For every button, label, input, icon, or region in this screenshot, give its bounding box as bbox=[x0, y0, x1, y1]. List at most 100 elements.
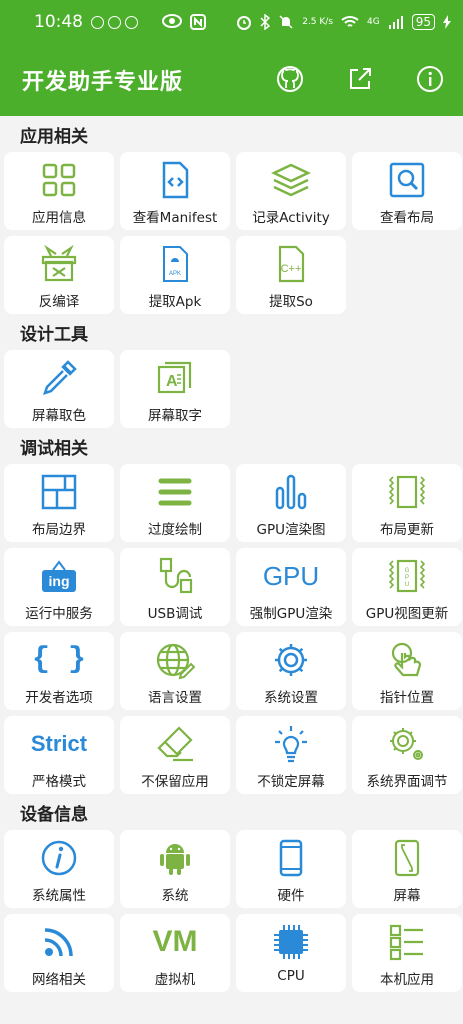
layers-icon bbox=[271, 160, 311, 200]
app-bar: 开发助手专业版 bbox=[0, 44, 463, 116]
tool-tile[interactable]: 应用信息 bbox=[4, 152, 114, 230]
tool-tile[interactable]: USB调试 bbox=[120, 548, 230, 626]
bluetooth-icon bbox=[260, 14, 271, 30]
eraser-icon bbox=[155, 724, 195, 764]
github-icon[interactable] bbox=[275, 64, 305, 94]
tool-tile[interactable]: ing 运行中服务 bbox=[4, 548, 114, 626]
notification-icon bbox=[108, 15, 121, 29]
net-speed: 2.5 K/s bbox=[302, 16, 334, 27]
gpu-update-icon: GPU bbox=[387, 556, 427, 596]
tool-tile[interactable]: 硬件 bbox=[236, 830, 346, 908]
tool-label: 系统属性 bbox=[32, 888, 86, 904]
svg-text:C++: C++ bbox=[281, 263, 302, 275]
tool-tile[interactable]: VM 虚拟机 bbox=[120, 914, 230, 992]
svg-text:G: G bbox=[405, 568, 410, 574]
grid-icon bbox=[39, 160, 79, 200]
tool-label: 系统设置 bbox=[264, 690, 318, 706]
bar-chart-icon bbox=[271, 472, 311, 512]
eye-icon bbox=[162, 14, 182, 28]
tool-label: 网络相关 bbox=[32, 972, 86, 988]
tool-tile[interactable]: 屏幕 bbox=[352, 830, 462, 908]
tool-tile[interactable]: GPU 强制GPU渲染 bbox=[236, 548, 346, 626]
share-icon[interactable] bbox=[345, 64, 375, 94]
tool-tile[interactable]: C++ 提取So bbox=[236, 236, 346, 314]
tool-tile[interactable]: 过度绘制 bbox=[120, 464, 230, 542]
section-title: 设备信息 bbox=[20, 804, 88, 825]
notification-icon bbox=[125, 15, 138, 29]
tool-tile[interactable]: 不保留应用 bbox=[120, 716, 230, 794]
tool-tile[interactable]: 查看Manifest bbox=[120, 152, 230, 230]
eye-nfc-icons bbox=[162, 14, 206, 30]
tool-tile[interactable]: 系统 bbox=[120, 830, 230, 908]
tool-label: 严格模式 bbox=[32, 774, 86, 790]
tool-tile[interactable]: 系统设置 bbox=[236, 632, 346, 710]
tool-tile[interactable]: 网络相关 bbox=[4, 914, 114, 992]
tool-tile[interactable]: GPU渲染图 bbox=[236, 464, 346, 542]
tool-tile[interactable]: 屏幕取色 bbox=[4, 350, 114, 428]
svg-text:APK: APK bbox=[169, 271, 181, 277]
tool-label: 开发者选项 bbox=[25, 690, 93, 706]
tool-tile[interactable]: { } 开发者选项 bbox=[4, 632, 114, 710]
tool-grid: 布局边界 过度绘制 GPU渲染图 布局更新 ing 运行中服务 USB调试 GPU 强制GPU渲… bbox=[0, 464, 463, 794]
bulb-icon bbox=[271, 724, 311, 764]
tool-tile[interactable]: 系统界面调节 bbox=[352, 716, 462, 794]
status-bar: 10:48 2.5 K/s 4G 95 bbox=[0, 0, 463, 44]
tool-tile[interactable]: A 屏幕取字 bbox=[120, 350, 230, 428]
tool-label: 屏幕 bbox=[393, 888, 421, 904]
tool-label: 不保留应用 bbox=[141, 774, 209, 790]
menu-lines-icon bbox=[155, 472, 195, 512]
tool-tile[interactable]: G P U GPU视图更新 bbox=[352, 548, 462, 626]
tool-label: 不锁定屏幕 bbox=[257, 774, 325, 790]
tool-tile[interactable]: 系统属性 bbox=[4, 830, 114, 908]
status-time: 10:48 bbox=[34, 12, 83, 32]
eyedropper-icon bbox=[39, 358, 79, 398]
ing-sign-icon: ing bbox=[39, 556, 79, 596]
alarm-icon bbox=[237, 16, 252, 30]
tool-label: 提取Apk bbox=[148, 294, 202, 310]
tool-label: 系统界面调节 bbox=[366, 774, 448, 790]
gear-icon bbox=[271, 640, 311, 680]
screen-icon bbox=[387, 838, 427, 878]
notification-icon bbox=[91, 15, 104, 29]
svg-text:A: A bbox=[166, 373, 178, 390]
tool-label: 运行中服务 bbox=[25, 606, 93, 622]
tool-label: 记录Activity bbox=[252, 210, 330, 226]
layout-update-icon bbox=[387, 472, 427, 512]
tool-label: 指针位置 bbox=[380, 690, 434, 706]
tool-label: USB调试 bbox=[147, 606, 203, 622]
tool-tile[interactable]: Strict 严格模式 bbox=[4, 716, 114, 794]
status-right: 2.5 K/s 4G 95 bbox=[236, 14, 451, 30]
tool-tile[interactable]: 语言设置 bbox=[120, 632, 230, 710]
tool-tile[interactable]: 本机应用 bbox=[352, 914, 462, 992]
tool-label: 屏幕取字 bbox=[148, 408, 202, 424]
layout-bounds-icon bbox=[39, 472, 79, 512]
tool-tile[interactable]: 反编译 bbox=[4, 236, 114, 314]
gpu-text-icon: GPU bbox=[262, 561, 320, 591]
tool-label: 布局更新 bbox=[380, 522, 434, 538]
nfc-icon bbox=[190, 14, 206, 30]
tool-tile[interactable]: APK 提取Apk bbox=[120, 236, 230, 314]
tool-tile[interactable]: 布局边界 bbox=[4, 464, 114, 542]
tool-label: 应用信息 bbox=[32, 210, 86, 226]
svg-text:U: U bbox=[405, 582, 409, 588]
tool-tile[interactable]: 记录Activity bbox=[236, 152, 346, 230]
search-layout-icon bbox=[387, 160, 427, 200]
tool-label: GPU渲染图 bbox=[256, 522, 326, 538]
text-capture-icon: A bbox=[155, 358, 195, 398]
section-title: 调试相关 bbox=[20, 438, 88, 459]
vm-text-icon: VM bbox=[152, 925, 198, 958]
globe-icon bbox=[155, 640, 196, 680]
tool-tile[interactable]: 布局更新 bbox=[352, 464, 462, 542]
rss-icon bbox=[39, 922, 79, 962]
tool-tile[interactable]: 指针位置 bbox=[352, 632, 462, 710]
braces-icon: { } bbox=[31, 643, 86, 677]
info-icon[interactable] bbox=[415, 64, 445, 94]
tool-label: 查看Manifest bbox=[132, 210, 218, 226]
usb-icon bbox=[155, 556, 195, 596]
tool-tile[interactable]: 不锁定屏幕 bbox=[236, 716, 346, 794]
tool-tile[interactable]: CPU bbox=[236, 914, 346, 992]
tool-label: 系统 bbox=[161, 888, 189, 904]
cpu-icon bbox=[271, 922, 311, 962]
tool-tile[interactable]: 查看布局 bbox=[352, 152, 462, 230]
phone-icon bbox=[271, 838, 311, 878]
